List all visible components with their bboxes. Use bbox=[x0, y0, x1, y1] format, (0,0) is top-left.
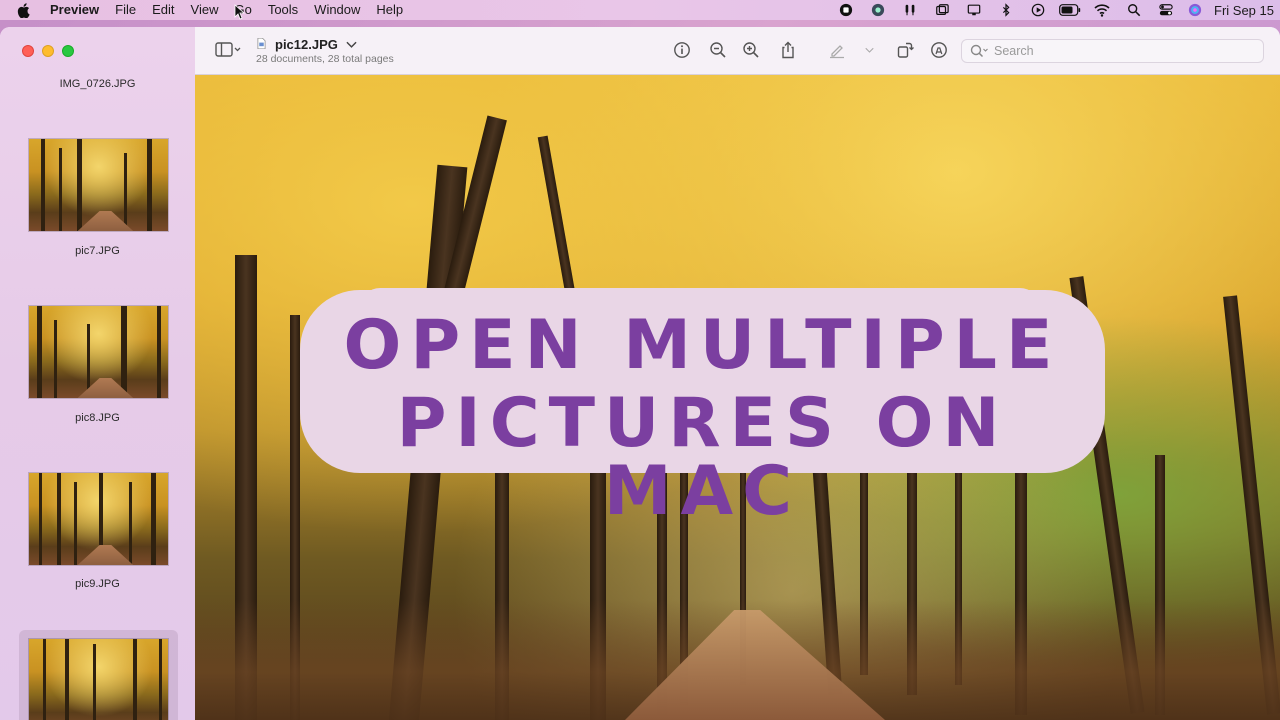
search-placeholder: Search bbox=[994, 44, 1034, 58]
info-icon bbox=[674, 42, 690, 58]
zoom-in-icon bbox=[743, 42, 759, 58]
thumbnail-sidebar: IMG_0726.JPG pic7.JPG pic8.JPG pic9.JPG bbox=[0, 27, 195, 720]
thumbnail-label-top[interactable]: IMG_0726.JPG bbox=[0, 78, 195, 90]
thumbnail-label[interactable]: pic8.JPG bbox=[0, 412, 195, 424]
menubar-clock[interactable]: Fri Sep 15 bbox=[1208, 3, 1280, 18]
document-subtitle: 28 documents, 28 total pages bbox=[256, 53, 394, 65]
sidebar-toggle-button[interactable] bbox=[211, 40, 245, 60]
thumbnail-image bbox=[29, 473, 168, 565]
spotlight-icon[interactable] bbox=[1118, 0, 1150, 20]
menu-bar: Preview File Edit View Go Tools Window H… bbox=[0, 0, 1280, 20]
markup-menu-button[interactable] bbox=[863, 40, 875, 60]
bluetooth-icon[interactable] bbox=[990, 0, 1022, 20]
menu-edit[interactable]: Edit bbox=[144, 0, 182, 20]
stop-record-icon[interactable] bbox=[830, 0, 862, 20]
document-title[interactable]: pic12.JPG bbox=[275, 37, 357, 52]
title-line-1: OPEN MULTIPLE bbox=[343, 306, 1062, 385]
menu-view[interactable]: View bbox=[183, 0, 227, 20]
chevron-down-icon bbox=[864, 47, 874, 53]
title-overlay: OPEN MULTIPLE PICTURES ON MAC bbox=[300, 288, 1105, 526]
thumbnail-image bbox=[29, 306, 168, 398]
thumbnail-pic8[interactable] bbox=[28, 305, 169, 399]
thumbnail-pic9[interactable] bbox=[28, 472, 169, 566]
display-icon[interactable] bbox=[958, 0, 990, 20]
share-icon bbox=[782, 41, 794, 59]
markup-button[interactable] bbox=[827, 40, 847, 60]
thumbnail-pic7[interactable] bbox=[28, 138, 169, 232]
minimize-button[interactable] bbox=[42, 45, 54, 57]
annotate-icon bbox=[931, 42, 947, 58]
thumbnail-image bbox=[29, 139, 168, 231]
toolbar: pic12.JPG 28 documents, 28 total pages S… bbox=[195, 27, 1280, 75]
zoom-button[interactable] bbox=[62, 45, 74, 57]
info-button[interactable] bbox=[672, 40, 692, 60]
image-canvas[interactable]: OPEN MULTIPLE PICTURES ON MAC bbox=[195, 75, 1280, 720]
play-icon[interactable] bbox=[1022, 0, 1054, 20]
thumbnail-label[interactable]: pic7.JPG bbox=[0, 245, 195, 257]
control-center-icon[interactable] bbox=[1150, 0, 1182, 20]
siri-icon[interactable] bbox=[1182, 0, 1208, 20]
annotate-button[interactable] bbox=[929, 40, 949, 60]
document-icon bbox=[257, 38, 266, 49]
wifi-icon[interactable] bbox=[1086, 0, 1118, 20]
menu-app-name[interactable]: Preview bbox=[46, 0, 107, 20]
thumbnail-image bbox=[29, 639, 168, 720]
airpods-icon[interactable] bbox=[894, 0, 926, 20]
app-icon[interactable] bbox=[862, 0, 894, 20]
menu-window[interactable]: Window bbox=[306, 0, 368, 20]
share-button[interactable] bbox=[778, 40, 798, 60]
document-title-text: pic12.JPG bbox=[275, 37, 338, 52]
zoom-out-icon bbox=[710, 42, 726, 58]
sidebar-toggle-icon bbox=[215, 42, 241, 57]
menu-file[interactable]: File bbox=[107, 0, 144, 20]
title-line-2: PICTURES ON MAC bbox=[396, 384, 1009, 531]
rotate-icon bbox=[897, 42, 914, 58]
window-controls bbox=[22, 45, 74, 57]
zoom-out-button[interactable] bbox=[708, 40, 728, 60]
window-icon[interactable] bbox=[926, 0, 958, 20]
markup-pen-icon bbox=[830, 45, 844, 59]
thumbnail-label[interactable]: pic9.JPG bbox=[0, 578, 195, 590]
close-button[interactable] bbox=[22, 45, 34, 57]
apple-menu-icon[interactable] bbox=[0, 2, 46, 18]
mouse-cursor-icon bbox=[234, 4, 245, 20]
search-icon bbox=[970, 44, 988, 58]
thumbnail-pic12[interactable] bbox=[28, 638, 169, 720]
search-field[interactable]: Search bbox=[961, 39, 1264, 63]
battery-icon[interactable] bbox=[1054, 0, 1086, 20]
rotate-button[interactable] bbox=[895, 40, 915, 60]
menu-help[interactable]: Help bbox=[368, 0, 411, 20]
menu-tools[interactable]: Tools bbox=[260, 0, 306, 20]
preview-window: IMG_0726.JPG pic7.JPG pic8.JPG pic9.JPG … bbox=[0, 27, 1280, 720]
zoom-in-button[interactable] bbox=[741, 40, 761, 60]
chevron-down-icon bbox=[345, 41, 357, 48]
